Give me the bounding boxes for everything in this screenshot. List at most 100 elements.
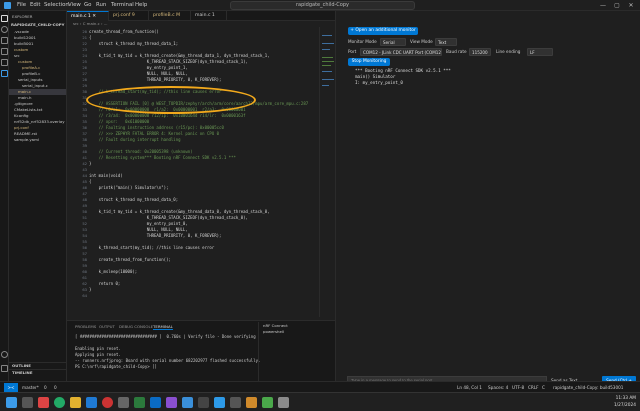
line-ending-select[interactable]: LF [527,48,553,56]
line-number: 64 [82,293,87,298]
open-monitor-button[interactable]: + Open an additional monitor [348,27,418,35]
port-label: Port [348,49,357,54]
editor-tabs: main.c 1 ✕ prj.conf 9 profileB.c M main.… [67,11,335,21]
close-button[interactable]: ✕ [624,0,638,11]
outline-section[interactable]: OUTLINE [9,362,66,368]
file-explorer-icon[interactable] [70,397,81,408]
extensions-icon[interactable] [1,59,8,66]
taskbar-app-icon[interactable] [278,397,289,408]
tab-prj-conf[interactable]: prj.conf 9 [109,11,149,21]
view-mode-select[interactable]: Text [435,38,457,46]
warning-count[interactable]: 0 [54,383,57,392]
command-center-search[interactable]: rapidgate_child-Copy [230,1,415,10]
taskbar-app-icon[interactable] [134,397,145,408]
minimap[interactable] [319,27,335,317]
chrome-icon[interactable] [54,397,65,408]
build-context[interactable]: rapidgate_child-Copy: build53001 [553,383,623,392]
source-control-icon[interactable] [1,37,8,44]
line-ending[interactable]: CRLF [528,383,539,392]
nrf-connect-icon[interactable] [1,70,8,77]
code-line[interactable]: k_thread_start(my_tid); //this line caus… [89,245,215,251]
indentation[interactable]: Spaces: 4 [488,383,508,392]
code-line[interactable]: } [89,161,91,167]
language-mode[interactable]: C [542,383,545,392]
menu-view[interactable]: View [68,1,81,10]
gear-icon[interactable] [1,365,8,372]
menu-edit[interactable]: Edit [30,1,40,10]
tab-output[interactable]: OUTPUT [99,324,115,330]
taskbar-app-icon[interactable] [166,397,177,408]
taskbar-app-icon[interactable] [246,397,257,408]
baud-select[interactable]: 115200 [469,48,491,56]
maximize-button[interactable]: ▢ [610,0,624,11]
clock-time[interactable]: 11:33 AM [596,396,636,401]
windows-taskbar: 11:33 AM 1/27/2024 [0,392,640,411]
workspace-root[interactable]: RAPIDGATE_CHILD-COPY [9,22,66,28]
code-line[interactable]: // Resetting system*** Booting nRF Conne… [89,155,236,161]
menu-terminal[interactable]: Terminal [111,1,134,10]
status-bar: >< master* 0 0 Ln 48, Col 1 Spaces: 4 UT… [0,381,640,392]
serial-monitor-panel: + Open an additional monitor Monitor Mod… [335,11,640,381]
monitor-mode-select[interactable]: Serial [380,38,406,46]
terminal-powershell[interactable]: powershell [263,329,284,335]
tab-debug-console[interactable]: DEBUG CONSOLE [119,324,153,330]
menu-go[interactable]: Go [84,1,91,10]
monitor-mode-label: Monitor Mode [348,39,377,44]
taskbar-app-icon[interactable] [262,397,273,408]
terminal-prompt[interactable]: PS C:\nrf\rapidgate_child-Copy> [] [75,364,157,370]
code-editor[interactable]: create_thread_from_function(){ struct k_… [89,27,319,317]
minimize-button[interactable]: — [596,0,610,11]
explorer-header: EXPLORER [12,14,33,19]
taskbar-app-icon[interactable] [230,397,241,408]
stop-monitoring-button[interactable]: Stop Monitoring [348,58,390,66]
code-line[interactable]: create_thread_from_function() [89,29,159,35]
taskbar-app-icon[interactable] [22,397,33,408]
code-line[interactable]: printk("main() Simulator\n"); [89,185,169,191]
menu-run[interactable]: Run [96,1,106,10]
taskbar-app-icon[interactable] [150,397,161,408]
code-line[interactable]: create_thread_from_function(); [89,257,171,263]
tab-problems[interactable]: PROBLEMS [75,324,96,330]
search-icon[interactable] [1,26,8,33]
encoding[interactable]: UTF-8 [512,383,524,392]
timeline-section[interactable]: TIMELINE [9,369,66,375]
code-line[interactable]: } [89,287,91,293]
explorer-icon[interactable] [1,15,8,22]
taskbar-app-icon[interactable] [118,397,129,408]
serial-output-line: I: my_entry_point_0 [355,80,403,85]
code-line[interactable]: int main(void) [89,173,123,179]
taskbar-app-icon[interactable] [38,397,49,408]
port-select[interactable]: COM12 - JLink CDC UART Port (COM12) [360,48,442,56]
branch-status[interactable]: master* [22,383,39,392]
clock-date[interactable]: 1/27/2024 [596,403,636,408]
menu-file[interactable]: File [17,1,26,10]
account-icon[interactable] [1,351,8,358]
line-ending-label: Line ending [496,49,521,54]
code-line[interactable]: return 0; [89,281,121,287]
menu-help[interactable]: Help [135,1,147,10]
code-line[interactable]: struct k_thread my_thread_data_1; [89,41,178,47]
code-line[interactable]: THREAD_PRIORITY, 0, K_FOREVER); [89,77,222,83]
code-line[interactable]: THREAD_PRIORITY, 0, K_FOREVER); [89,233,222,239]
line-numbers: 20 21 22 23 24 25 26 27 28 29 30 31 32 33 34 35 36 37 38 39… [67,27,89,317]
error-count[interactable]: 0 [44,383,47,392]
tab-profileb-c[interactable]: profileB.c M [149,11,191,21]
tab-main-c-2[interactable]: main.c 1 [191,11,227,21]
taskbar-app-icon[interactable] [86,397,97,408]
vscode-logo-icon [4,2,11,9]
tree-item[interactable]: sample.yaml [9,137,66,143]
code-line[interactable]: k_msleep(10000); [89,269,138,275]
taskbar-app-icon[interactable] [182,397,193,408]
cursor-position[interactable]: Ln 48, Col 1 [457,383,482,392]
vscode-taskbar-icon[interactable] [214,397,225,408]
code-line[interactable]: struct k_thread my_thread_data_0; [89,197,178,203]
code-line[interactable]: // Fault during interrupt handling [89,137,181,143]
menu-selection[interactable]: Selection [44,1,69,10]
start-icon[interactable] [6,397,17,408]
tab-main-c[interactable]: main.c 1 ✕ [67,11,109,21]
tab-terminal[interactable]: TERMINAL [153,324,173,330]
taskbar-app-icon[interactable] [198,397,209,408]
remote-icon[interactable]: >< [4,383,18,392]
taskbar-app-icon[interactable] [102,397,113,408]
run-debug-icon[interactable] [1,48,8,55]
